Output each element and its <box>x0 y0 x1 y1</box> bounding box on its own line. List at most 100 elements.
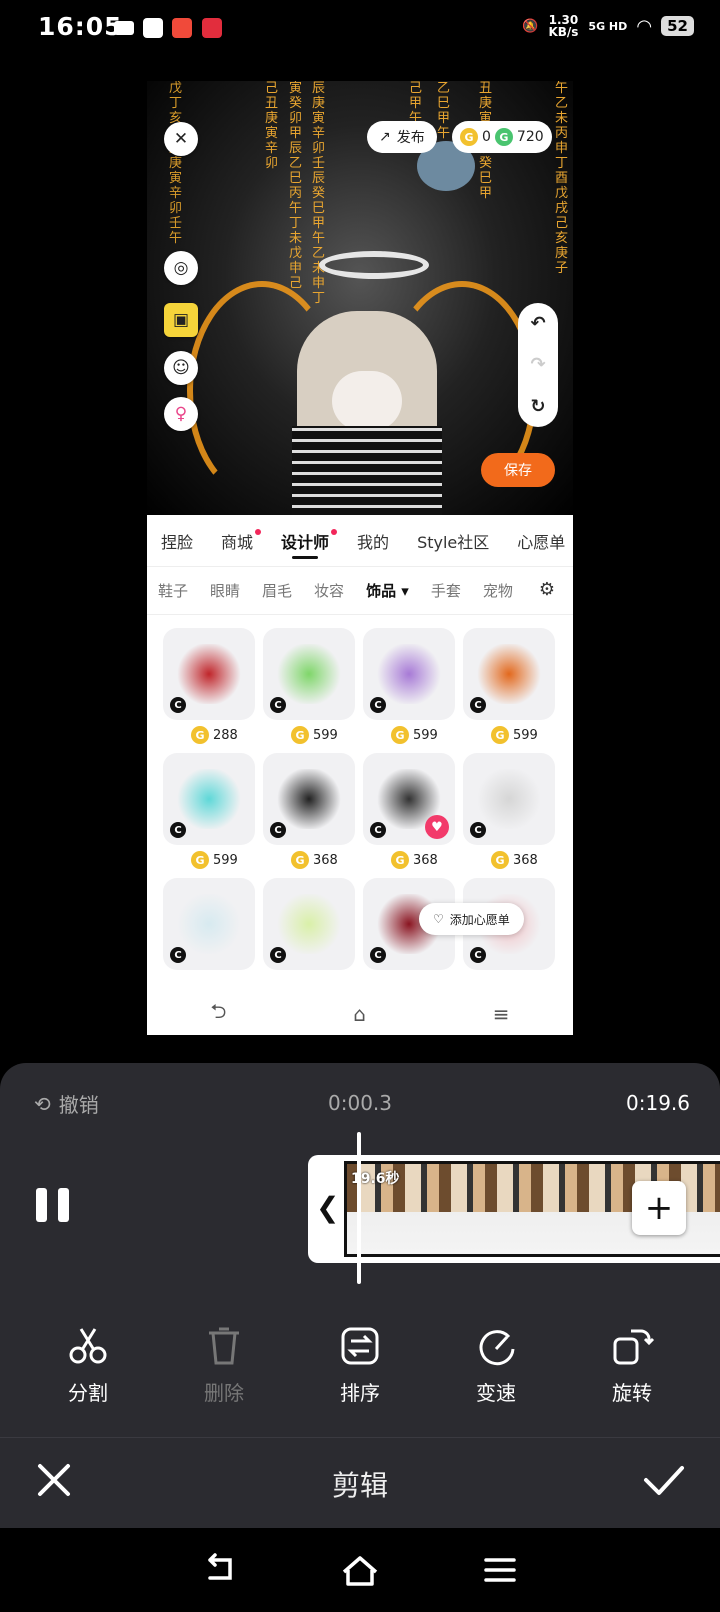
item-art <box>275 769 343 829</box>
item-thumbnail: C <box>163 753 255 845</box>
battery-icon: 52 <box>661 16 694 36</box>
item-card[interactable]: C G 599 <box>363 628 455 753</box>
trash-button[interactable]: 删除 <box>169 1323 279 1406</box>
item-price: G 599 <box>391 726 438 744</box>
sort-button[interactable]: 排序 <box>305 1323 415 1406</box>
menu-icon[interactable] <box>480 1550 520 1590</box>
mute-icon: 🔕 <box>522 18 539 34</box>
currency-pill[interactable]: G0 G 720 <box>452 121 552 153</box>
item-thumbnail: C <box>463 753 555 845</box>
reset-icon[interactable]: ↻ <box>530 396 545 417</box>
filter-icon[interactable]: ⚙ <box>535 579 559 603</box>
gold-coin-icon: G <box>491 726 509 744</box>
subtab-1[interactable]: 眼睛 <box>199 580 251 601</box>
item-card[interactable]: C G 288 <box>163 628 255 753</box>
app-icon-heart <box>202 18 222 38</box>
item-card[interactable]: C G 368 <box>463 753 555 878</box>
pause-icon[interactable] <box>36 1188 72 1222</box>
publish-button[interactable]: ↗ 发布 <box>367 121 437 153</box>
tool-label: 变速 <box>476 1381 516 1405</box>
subtab-5[interactable]: 手套 <box>420 580 472 601</box>
gift-box-icon[interactable]: ▣ <box>164 303 198 337</box>
back-icon[interactable]: ⮌ <box>210 997 226 1031</box>
copyright-icon: C <box>370 947 386 963</box>
gold-coin-icon: G <box>291 851 309 869</box>
subtab-6[interactable]: 宠物 <box>472 580 524 601</box>
item-art <box>275 894 343 954</box>
speed-button[interactable]: 变速 <box>441 1323 551 1406</box>
gender-icon[interactable]: ♀ <box>164 397 198 431</box>
halo <box>319 251 429 279</box>
item-card[interactable]: C G 599 <box>463 628 555 753</box>
scroll-text: 己甲午 <box>409 81 423 126</box>
copyright-icon: C <box>170 822 186 838</box>
subtab-0[interactable]: 鞋子 <box>147 580 199 601</box>
playhead[interactable] <box>357 1132 361 1284</box>
add-wishlist-button[interactable]: ♡ 添加心愿单 <box>419 903 524 935</box>
system-navbar <box>0 1528 720 1612</box>
chevron-left-icon[interactable]: ❮ <box>316 1191 339 1224</box>
timeline-track[interactable]: ❮ 19.6秒 + <box>308 1155 720 1263</box>
avatar-scene: 戊丁亥己丑庚寅辛卯壬午 己丑庚寅辛卯 寅癸卯甲辰乙巳丙午丁未戊申己 辰庚寅辛卯壬… <box>147 81 573 515</box>
copyright-icon: C <box>370 822 386 838</box>
signal-label: 5G HD <box>588 19 628 33</box>
status-time: 16:05 <box>38 12 123 41</box>
item-price: G 368 <box>291 851 338 869</box>
menu-icon[interactable]: ≡ <box>493 1002 510 1026</box>
item-card[interactable]: C <box>463 878 555 1003</box>
camera-icon[interactable]: ◎ <box>164 251 198 285</box>
subtab-2[interactable]: 眉毛 <box>251 580 303 601</box>
scroll-text: 乙巳甲午 <box>437 81 451 141</box>
confirm-icon[interactable] <box>642 1460 686 1500</box>
profile-id-icon[interactable]: ☺ <box>164 351 198 385</box>
tab-0[interactable]: 捏脸 <box>147 515 207 566</box>
item-price: G 599 <box>291 726 338 744</box>
speed-icon <box>479 1330 515 1366</box>
rotate-button[interactable]: 旋转 <box>577 1323 687 1406</box>
add-clip-button[interactable]: + <box>632 1181 686 1235</box>
scissors-button[interactable]: 分割 <box>33 1323 143 1406</box>
copyright-icon: C <box>470 947 486 963</box>
back-icon[interactable] <box>200 1550 240 1590</box>
rotate-icon <box>613 1329 655 1365</box>
copyright-icon: C <box>270 697 286 713</box>
main-tabs: 捏脸 商城 设计师 我的 Style社区 心愿单 <box>147 515 573 567</box>
scissors-icon <box>69 1328 107 1364</box>
tab-3[interactable]: 我的 <box>343 515 403 566</box>
copyright-icon: C <box>370 697 386 713</box>
item-card[interactable]: C G 599 <box>163 753 255 878</box>
tab-5[interactable]: 心愿单 <box>503 515 573 566</box>
save-button[interactable]: 保存 <box>481 453 555 487</box>
home-icon[interactable] <box>340 1550 380 1590</box>
scroll-text: 辰庚寅辛卯壬辰癸巳甲午乙未申丁 <box>312 81 326 306</box>
subtab-4[interactable]: 饰品 ▾ <box>355 580 420 601</box>
category-tabs: 鞋子 眼睛 眉毛 妆容 饰品 ▾ 手套 宠物 <box>147 567 573 615</box>
item-card[interactable]: C G 368 <box>263 753 355 878</box>
home-icon[interactable]: ⌂ <box>353 1002 366 1026</box>
status-bar: 16:05 🔕 1.30 KB/s 5G HD ◠ 52 <box>0 0 720 60</box>
copyright-icon: C <box>270 822 286 838</box>
heart-icon[interactable]: ♥ <box>425 815 449 839</box>
sort-icon <box>341 1327 379 1365</box>
item-card[interactable]: C <box>263 878 355 1003</box>
item-card[interactable]: C ♥ G 368 <box>363 753 455 878</box>
copyright-icon: C <box>170 947 186 963</box>
undo-icon[interactable]: ↶ <box>530 313 545 334</box>
heart-outline-icon: ♡ <box>433 912 444 926</box>
tab-4[interactable]: Style社区 <box>403 515 503 566</box>
item-card[interactable]: C <box>163 878 255 1003</box>
tool-label: 分割 <box>68 1381 108 1405</box>
tab-2[interactable]: 设计师 <box>267 515 343 566</box>
edit-tools: 分割 删除 排序 变速 旋转 <box>0 1323 720 1406</box>
gold-coin-icon: G <box>191 726 209 744</box>
item-card[interactable]: C G 599 <box>263 628 355 753</box>
subtab-3[interactable]: 妆容 <box>303 580 355 601</box>
tool-label: 排序 <box>340 1381 380 1405</box>
copyright-icon: C <box>270 947 286 963</box>
tab-1[interactable]: 商城 <box>207 515 267 566</box>
redo-icon[interactable]: ↷ <box>530 354 545 375</box>
close-icon[interactable]: ✕ <box>164 122 198 156</box>
copyright-icon: C <box>170 697 186 713</box>
item-thumbnail: C <box>163 628 255 720</box>
item-card[interactable]: C <box>363 878 455 1003</box>
